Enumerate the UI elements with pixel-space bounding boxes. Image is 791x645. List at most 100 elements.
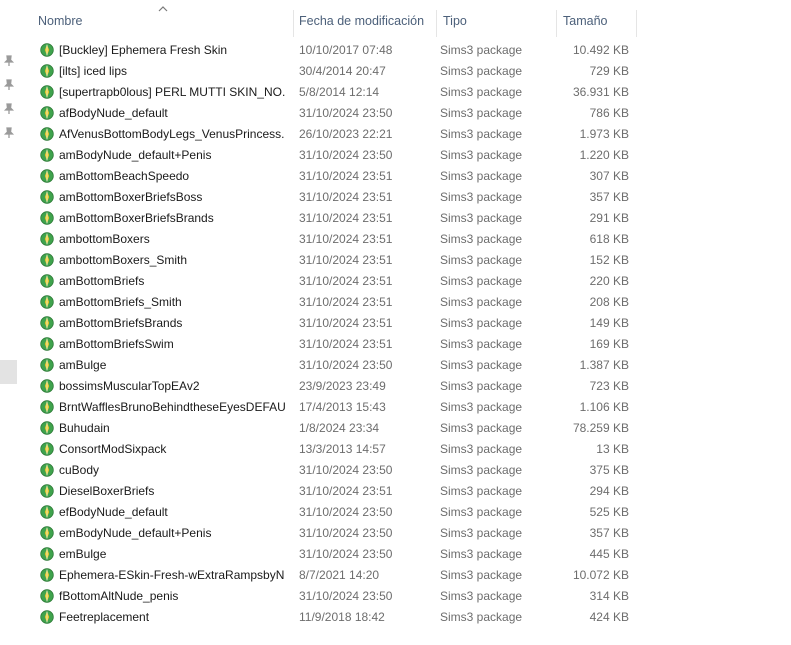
- file-size: 1.387 KB: [579, 358, 629, 372]
- file-date: 31/10/2024 23:51: [299, 295, 393, 309]
- sims3-package-icon: [40, 253, 54, 267]
- sims3-package-icon: [40, 526, 54, 540]
- file-row[interactable]: Ephemera-ESkin-Fresh-wExtraRampsbyN... 8/…: [18, 565, 638, 586]
- column-header-name[interactable]: Nombre: [36, 7, 292, 37]
- file-type: Sims3 package: [440, 64, 523, 78]
- file-row[interactable]: BrntWafflesBrunoBehindtheseEyesDEFAU... 1…: [18, 397, 638, 418]
- file-date: 31/10/2024 23:50: [299, 547, 393, 561]
- file-size: 152 KB: [589, 253, 629, 267]
- sims3-package-icon: [40, 190, 54, 204]
- file-row[interactable]: afBodyNude_default 31/10/2024 23:50 Sims3 …: [18, 103, 638, 124]
- file-row[interactable]: amBottomBriefsBrands 31/10/2024 23:51 Sims…: [18, 313, 638, 334]
- file-size: 149 KB: [589, 316, 629, 330]
- file-row[interactable]: DieselBoxerBriefs 31/10/2024 23:51 Sims3 p…: [18, 481, 638, 502]
- file-size: 445 KB: [589, 547, 629, 561]
- sims3-package-icon: [40, 85, 54, 99]
- file-date: 23/9/2023 23:49: [299, 379, 386, 393]
- file-row[interactable]: ambottomBoxers 31/10/2024 23:51 Sims3 pack…: [18, 229, 638, 250]
- file-row[interactable]: Buhudain 1/8/2024 23:34 Sims3 package 78.25…: [18, 418, 638, 439]
- file-name: BrntWafflesBrunoBehindtheseEyesDEFAU...: [59, 400, 285, 414]
- column-header-date[interactable]: Fecha de modificación: [297, 7, 435, 37]
- file-type: Sims3 package: [440, 400, 523, 414]
- sims3-package-icon: [40, 295, 54, 309]
- file-row[interactable]: [supertrapb0lous] PERL MUTTI SKIN_NO... 5…: [18, 82, 638, 103]
- file-row[interactable]: fBottomAltNude_penis 31/10/2024 23:50 Sims…: [18, 586, 638, 607]
- file-row[interactable]: amBottomBoxerBriefsBrands 31/10/2024 23:5…: [18, 208, 638, 229]
- column-header-bar: Nombre Fecha de modificación Tipo Tamaño: [18, 6, 637, 37]
- file-row[interactable]: emBulge 31/10/2024 23:50 Sims3 package 445 …: [18, 544, 638, 565]
- file-date: 11/9/2018 18:42: [299, 610, 385, 624]
- file-size: 294 KB: [589, 484, 629, 498]
- file-row[interactable]: emBodyNude_default+Penis 31/10/2024 23:50…: [18, 523, 638, 544]
- sims3-package-icon: [40, 484, 54, 498]
- file-list: [Buckley] Ephemera Fresh Skin 10/10/2017 …: [0, 40, 791, 624]
- file-size: 220 KB: [589, 274, 629, 288]
- file-name: cuBody: [59, 463, 100, 477]
- file-size: 78.259 KB: [572, 421, 629, 435]
- file-size: 618 KB: [589, 232, 629, 246]
- file-row[interactable]: cuBody 31/10/2024 23:50 Sims3 package 375 K…: [18, 460, 638, 481]
- file-type: Sims3 package: [440, 316, 523, 330]
- file-size: 786 KB: [589, 106, 629, 120]
- sims3-package-icon: [40, 379, 54, 393]
- file-size: 375 KB: [589, 463, 629, 477]
- file-type: Sims3 package: [440, 568, 523, 582]
- sims3-package-icon: [40, 400, 54, 414]
- column-separator[interactable]: [293, 10, 294, 37]
- file-name: amBottomBoxerBriefsBrands: [59, 211, 214, 225]
- file-date: 1/8/2024 23:34: [299, 421, 380, 435]
- sims3-package-icon: [40, 127, 54, 141]
- file-type: Sims3 package: [440, 232, 523, 246]
- file-row[interactable]: amBodyNude_default+Penis 31/10/2024 23:50…: [18, 145, 638, 166]
- file-size: 314 KB: [589, 589, 629, 603]
- column-separator[interactable]: [436, 10, 437, 37]
- file-name: Ephemera-ESkin-Fresh-wExtraRampsbyN...: [59, 568, 285, 582]
- file-row[interactable]: ConsortModSixpack 13/3/2013 14:57 Sims3 pa…: [18, 439, 638, 460]
- file-row[interactable]: amBottomBriefs_Smith 31/10/2024 23:51 Sims…: [18, 292, 638, 313]
- file-type: Sims3 package: [440, 190, 523, 204]
- file-type: Sims3 package: [440, 421, 523, 435]
- file-row[interactable]: amBottomBriefsSwim 31/10/2024 23:51 Sims3 …: [18, 334, 638, 355]
- file-type: Sims3 package: [440, 253, 523, 267]
- file-name: [supertrapb0lous] PERL MUTTI SKIN_NO...: [59, 85, 285, 99]
- file-size: 36.931 KB: [572, 85, 629, 99]
- file-size: 729 KB: [589, 64, 629, 78]
- file-type: Sims3 package: [440, 547, 523, 561]
- file-size: 357 KB: [589, 526, 629, 540]
- file-row[interactable]: AfVenusBottomBodyLegs_VenusPrincess... 26…: [18, 124, 638, 145]
- file-size: 13 KB: [596, 442, 629, 456]
- file-name: AfVenusBottomBodyLegs_VenusPrincess...: [59, 127, 285, 141]
- file-name: amBottomBoxerBriefsBoss: [59, 190, 203, 204]
- file-size: 169 KB: [589, 337, 629, 351]
- file-row[interactable]: amBulge 31/10/2024 23:50 Sims3 package 1.38…: [18, 355, 638, 376]
- column-header-type[interactable]: Tipo: [441, 7, 555, 37]
- column-header-size[interactable]: Tamaño: [561, 7, 635, 37]
- sims3-package-icon: [40, 442, 54, 456]
- file-name: ConsortModSixpack: [59, 442, 167, 456]
- file-row[interactable]: ambottomBoxers_Smith 31/10/2024 23:51 Sims…: [18, 250, 638, 271]
- file-row[interactable]: efBodyNude_default 31/10/2024 23:50 Sims3 …: [18, 502, 638, 523]
- file-row[interactable]: amBottomBriefs 31/10/2024 23:51 Sims3 pack…: [18, 271, 638, 292]
- file-type: Sims3 package: [440, 106, 523, 120]
- file-date: 5/8/2014 12:14: [299, 85, 380, 99]
- file-date: 31/10/2024 23:50: [299, 106, 393, 120]
- file-row[interactable]: amBottomBoxerBriefsBoss 31/10/2024 23:51 S…: [18, 187, 638, 208]
- file-row[interactable]: Feetreplacement 11/9/2018 18:42 Sims3 pack…: [18, 607, 638, 624]
- column-separator[interactable]: [556, 10, 557, 37]
- sims3-package-icon: [40, 463, 54, 477]
- column-separator[interactable]: [636, 10, 637, 37]
- file-size: 1.220 KB: [579, 148, 629, 162]
- file-row[interactable]: amBottomBeachSpeedo 31/10/2024 23:51 Sims3…: [18, 166, 638, 187]
- file-size: 525 KB: [589, 505, 629, 519]
- file-name: amBodyNude_default+Penis: [59, 148, 212, 162]
- file-row[interactable]: [ilts] iced lips 30/4/2014 20:47 Sims3 pac…: [18, 61, 638, 82]
- file-row[interactable]: bossimsMuscularTopEAv2 23/9/2023 23:49 Sim…: [18, 376, 638, 397]
- file-name: afBodyNude_default: [59, 106, 168, 120]
- file-date: 31/10/2024 23:51: [299, 253, 393, 267]
- sims3-package-icon: [40, 106, 54, 120]
- file-size: 291 KB: [589, 211, 629, 225]
- file-row[interactable]: [Buckley] Ephemera Fresh Skin 10/10/2017 …: [18, 40, 638, 61]
- file-type: Sims3 package: [440, 274, 523, 288]
- file-date: 8/7/2021 14:20: [299, 568, 380, 582]
- file-date: 13/3/2013 14:57: [299, 442, 386, 456]
